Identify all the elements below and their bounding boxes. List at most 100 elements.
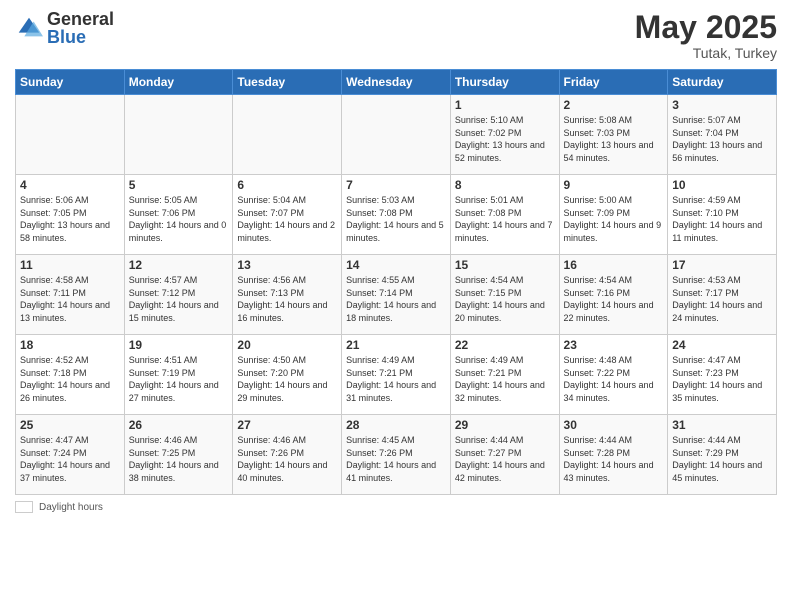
calendar-cell: 18 Sunrise: 4:52 AM Sunset: 7:18 PM Dayli… — [16, 335, 125, 415]
calendar-cell: 24 Sunrise: 4:47 AM Sunset: 7:23 PM Dayli… — [668, 335, 777, 415]
calendar-cell: 2 Sunrise: 5:08 AM Sunset: 7:03 PM Daylig… — [559, 95, 668, 175]
weekday-header: Sunday — [16, 70, 125, 95]
day-info: Sunrise: 4:46 AM Sunset: 7:26 PM Dayligh… — [237, 434, 337, 484]
day-number: 3 — [672, 98, 772, 112]
calendar-week-row: 18 Sunrise: 4:52 AM Sunset: 7:18 PM Dayli… — [16, 335, 777, 415]
calendar-cell: 19 Sunrise: 4:51 AM Sunset: 7:19 PM Dayli… — [124, 335, 233, 415]
calendar-cell: 20Sunrise: 4:50 AM Sunset: 7:20 PM Dayli… — [233, 335, 342, 415]
day-info: Sunrise: 4:51 AM Sunset: 7:19 PM Dayligh… — [129, 354, 229, 404]
day-number: 5 — [129, 178, 229, 192]
calendar-cell: 25Sunrise: 4:47 AM Sunset: 7:24 PM Dayli… — [16, 415, 125, 495]
daylight-box — [15, 501, 33, 513]
footer: Daylight hours — [15, 501, 777, 513]
day-info: Sunrise: 4:44 AM Sunset: 7:29 PM Dayligh… — [672, 434, 772, 484]
day-info: Sunrise: 4:55 AM Sunset: 7:14 PM Dayligh… — [346, 274, 446, 324]
calendar-cell: 7 Sunrise: 5:03 AM Sunset: 7:08 PM Daylig… — [342, 175, 451, 255]
day-info: Sunrise: 4:59 AM Sunset: 7:10 PM Dayligh… — [672, 194, 772, 244]
day-number: 29 — [455, 418, 555, 432]
calendar-cell: 26 Sunrise: 4:46 AM Sunset: 7:25 PM Dayli… — [124, 415, 233, 495]
calendar-cell: 6Sunrise: 5:04 AM Sunset: 7:07 PM Daylig… — [233, 175, 342, 255]
day-number: 16 — [564, 258, 664, 272]
calendar-cell: 4Sunrise: 5:06 AM Sunset: 7:05 PM Daylig… — [16, 175, 125, 255]
calendar-cell — [233, 95, 342, 175]
calendar-header-row: SundayMondayTuesdayWednesdayThursdayFrid… — [16, 70, 777, 95]
day-number: 23 — [564, 338, 664, 352]
calendar-week-row: 11 Sunrise: 4:58 AM Sunset: 7:11 PM Dayli… — [16, 255, 777, 335]
day-number: 2 — [564, 98, 664, 112]
calendar-cell: 14Sunrise: 4:55 AM Sunset: 7:14 PM Dayli… — [342, 255, 451, 335]
day-info: Sunrise: 4:53 AM Sunset: 7:17 PM Dayligh… — [672, 274, 772, 324]
day-info: Sunrise: 5:05 AM Sunset: 7:06 PM Dayligh… — [129, 194, 229, 244]
location: Tutak, Turkey — [635, 45, 777, 61]
day-number: 8 — [455, 178, 555, 192]
day-info: Sunrise: 4:45 AM Sunset: 7:26 PM Dayligh… — [346, 434, 446, 484]
day-info: Sunrise: 4:54 AM Sunset: 7:16 PM Dayligh… — [564, 274, 664, 324]
calendar-cell: 27 Sunrise: 4:46 AM Sunset: 7:26 PM Dayli… — [233, 415, 342, 495]
calendar-cell: 13Sunrise: 4:56 AM Sunset: 7:13 PM Dayli… — [233, 255, 342, 335]
page: General Blue May 2025 Tutak, Turkey Sund… — [0, 0, 792, 612]
day-info: Sunrise: 4:57 AM Sunset: 7:12 PM Dayligh… — [129, 274, 229, 324]
calendar-week-row: 4Sunrise: 5:06 AM Sunset: 7:05 PM Daylig… — [16, 175, 777, 255]
day-info: Sunrise: 4:47 AM Sunset: 7:23 PM Dayligh… — [672, 354, 772, 404]
day-number: 4 — [20, 178, 120, 192]
day-number: 19 — [129, 338, 229, 352]
day-number: 9 — [564, 178, 664, 192]
calendar-cell: 30Sunrise: 4:44 AM Sunset: 7:28 PM Dayli… — [559, 415, 668, 495]
day-number: 10 — [672, 178, 772, 192]
calendar-week-row: 1 Sunrise: 5:10 AM Sunset: 7:02 PM Daylig… — [16, 95, 777, 175]
calendar-cell: 16 Sunrise: 4:54 AM Sunset: 7:16 PM Dayli… — [559, 255, 668, 335]
logo-text: General Blue — [47, 10, 114, 46]
day-number: 7 — [346, 178, 446, 192]
day-number: 17 — [672, 258, 772, 272]
day-number: 24 — [672, 338, 772, 352]
day-info: Sunrise: 4:49 AM Sunset: 7:21 PM Dayligh… — [346, 354, 446, 404]
day-info: Sunrise: 4:49 AM Sunset: 7:21 PM Dayligh… — [455, 354, 555, 404]
calendar-cell — [16, 95, 125, 175]
day-info: Sunrise: 5:10 AM Sunset: 7:02 PM Dayligh… — [455, 114, 555, 164]
day-number: 27 — [237, 418, 337, 432]
calendar-cell: 1 Sunrise: 5:10 AM Sunset: 7:02 PM Daylig… — [450, 95, 559, 175]
day-number: 18 — [20, 338, 120, 352]
weekday-header: Wednesday — [342, 70, 451, 95]
day-info: Sunrise: 4:54 AM Sunset: 7:15 PM Dayligh… — [455, 274, 555, 324]
day-number: 20 — [237, 338, 337, 352]
day-info: Sunrise: 4:44 AM Sunset: 7:27 PM Dayligh… — [455, 434, 555, 484]
day-number: 31 — [672, 418, 772, 432]
day-info: Sunrise: 4:46 AM Sunset: 7:25 PM Dayligh… — [129, 434, 229, 484]
day-number: 28 — [346, 418, 446, 432]
logo-icon — [15, 14, 43, 42]
calendar-cell: 31 Sunrise: 4:44 AM Sunset: 7:29 PM Dayli… — [668, 415, 777, 495]
calendar-cell — [342, 95, 451, 175]
day-info: Sunrise: 4:56 AM Sunset: 7:13 PM Dayligh… — [237, 274, 337, 324]
day-number: 6 — [237, 178, 337, 192]
day-info: Sunrise: 4:47 AM Sunset: 7:24 PM Dayligh… — [20, 434, 120, 484]
day-info: Sunrise: 4:48 AM Sunset: 7:22 PM Dayligh… — [564, 354, 664, 404]
calendar-cell: 21 Sunrise: 4:49 AM Sunset: 7:21 PM Dayli… — [342, 335, 451, 415]
weekday-header: Thursday — [450, 70, 559, 95]
day-info: Sunrise: 4:44 AM Sunset: 7:28 PM Dayligh… — [564, 434, 664, 484]
calendar-cell: 11 Sunrise: 4:58 AM Sunset: 7:11 PM Dayli… — [16, 255, 125, 335]
day-info: Sunrise: 4:58 AM Sunset: 7:11 PM Dayligh… — [20, 274, 120, 324]
calendar-cell: 29 Sunrise: 4:44 AM Sunset: 7:27 PM Dayli… — [450, 415, 559, 495]
calendar-cell: 17 Sunrise: 4:53 AM Sunset: 7:17 PM Dayli… — [668, 255, 777, 335]
day-number: 11 — [20, 258, 120, 272]
calendar-week-row: 25Sunrise: 4:47 AM Sunset: 7:24 PM Dayli… — [16, 415, 777, 495]
calendar-cell: 28 Sunrise: 4:45 AM Sunset: 7:26 PM Dayli… — [342, 415, 451, 495]
day-info: Sunrise: 5:03 AM Sunset: 7:08 PM Dayligh… — [346, 194, 446, 244]
calendar-cell: 8Sunrise: 5:01 AM Sunset: 7:08 PM Daylig… — [450, 175, 559, 255]
day-number: 21 — [346, 338, 446, 352]
day-number: 22 — [455, 338, 555, 352]
calendar-table: SundayMondayTuesdayWednesdayThursdayFrid… — [15, 69, 777, 495]
weekday-header: Saturday — [668, 70, 777, 95]
title-block: May 2025 Tutak, Turkey — [635, 10, 777, 61]
day-info: Sunrise: 4:52 AM Sunset: 7:18 PM Dayligh… — [20, 354, 120, 404]
calendar-cell: 22 Sunrise: 4:49 AM Sunset: 7:21 PM Dayli… — [450, 335, 559, 415]
day-number: 15 — [455, 258, 555, 272]
day-info: Sunrise: 5:08 AM Sunset: 7:03 PM Dayligh… — [564, 114, 664, 164]
day-number: 26 — [129, 418, 229, 432]
logo-general: General — [47, 10, 114, 28]
day-number: 1 — [455, 98, 555, 112]
header: General Blue May 2025 Tutak, Turkey — [15, 10, 777, 61]
calendar-cell: 23 Sunrise: 4:48 AM Sunset: 7:22 PM Dayli… — [559, 335, 668, 415]
weekday-header: Monday — [124, 70, 233, 95]
